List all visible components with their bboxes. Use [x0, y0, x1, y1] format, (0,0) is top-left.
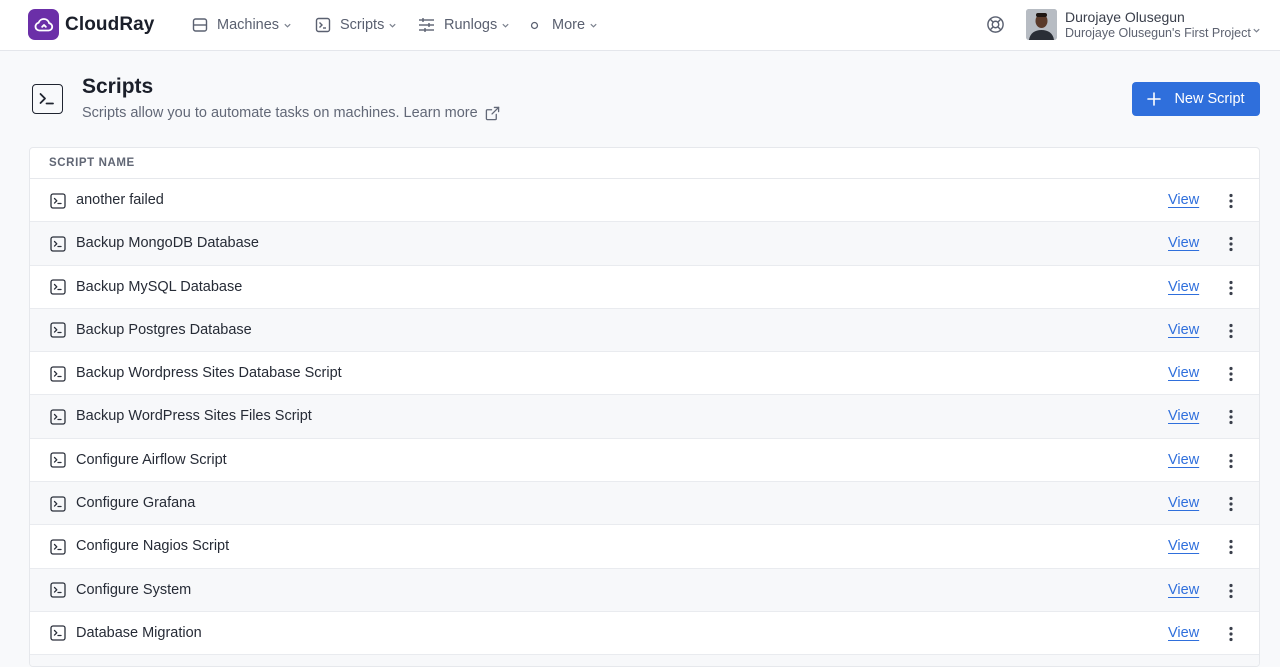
nav-runlogs[interactable]: Runlogs [418, 15, 510, 35]
terminal-icon [314, 17, 331, 34]
more-vertical-icon[interactable] [1223, 321, 1239, 341]
help-lifebuoy-icon[interactable] [986, 15, 1005, 34]
more-vertical-icon[interactable] [1223, 407, 1239, 427]
brand-name: CloudRay [65, 13, 155, 35]
terminal-icon [50, 366, 66, 382]
terminal-icon [50, 409, 66, 425]
view-link[interactable]: View [1168, 625, 1199, 641]
view-link[interactable]: View [1168, 365, 1199, 381]
view-link[interactable]: View [1168, 452, 1199, 468]
more-vertical-icon[interactable] [1223, 494, 1239, 514]
terminal-icon [50, 279, 66, 295]
nav-scripts[interactable]: Scripts [314, 15, 397, 35]
page-subtitle: Scripts allow you to automate tasks on m… [82, 105, 500, 121]
project-name: Durojaye Olusegun's First Project [1065, 26, 1251, 40]
user-menu[interactable]: Durojaye Olusegun Durojaye Olusegun's Fi… [1026, 9, 1260, 41]
table-row[interactable]: Backup WordPress Sites Files Script View [30, 395, 1259, 439]
more-vertical-icon[interactable] [1223, 234, 1239, 254]
chevron-down-icon [501, 21, 510, 30]
terminal-icon [50, 495, 66, 512]
table-row[interactable]: Configure Grafana View [30, 482, 1259, 526]
user-name: Durojaye Olusegun [1065, 9, 1185, 25]
view-link[interactable]: View [1168, 322, 1199, 338]
terminal-icon [50, 192, 66, 209]
table-row[interactable]: Backup MySQL Database View [30, 265, 1259, 309]
table-row[interactable]: another failed View [30, 179, 1259, 223]
script-name[interactable]: Backup Postgres Database [76, 322, 252, 338]
nav-machines-label: Machines [217, 17, 280, 33]
script-name[interactable]: another failed [76, 192, 164, 208]
more-vertical-icon[interactable] [1223, 278, 1239, 298]
table-row[interactable]: Configure System View [30, 568, 1259, 612]
script-name[interactable]: Backup MongoDB Database [76, 235, 259, 251]
chevron-down-icon [589, 21, 598, 30]
nav-scripts-label: Scripts [340, 17, 385, 33]
view-link[interactable]: View [1168, 582, 1199, 598]
page-title: Scripts [82, 75, 154, 98]
script-name[interactable]: Backup Wordpress Sites Database Script [76, 365, 342, 381]
terminal-icon [50, 539, 66, 555]
learn-more-link[interactable]: Learn more [404, 105, 500, 121]
table-row[interactable]: Configure Airflow Script View [30, 438, 1259, 483]
terminal-icon [50, 625, 66, 642]
more-vertical-icon[interactable] [1223, 191, 1239, 211]
more-vertical-icon[interactable] [1223, 581, 1239, 601]
new-script-button[interactable]: New Script [1132, 82, 1260, 116]
external-link-icon [485, 106, 500, 121]
chevron-down-icon [388, 21, 397, 30]
script-name[interactable]: Configure System [76, 582, 191, 598]
server-icon [191, 17, 208, 34]
view-link[interactable]: View [1168, 408, 1199, 424]
scripts-table: SCRIPT NAME another failed View Backup Mon… [29, 147, 1260, 667]
top-navigation-bar: CloudRay Machines Scripts Runlogs More D… [0, 0, 1280, 51]
table-row[interactable]: Database Migration View [30, 611, 1259, 656]
avatar [1026, 9, 1057, 40]
script-name[interactable]: Configure Nagios Script [76, 538, 229, 554]
view-link[interactable]: View [1168, 279, 1199, 295]
terminal-icon [50, 452, 66, 468]
view-link[interactable]: View [1168, 538, 1199, 554]
nav-more[interactable]: More [530, 15, 598, 35]
view-link[interactable]: View [1168, 235, 1199, 251]
column-header-script-name: SCRIPT NAME [30, 148, 1259, 179]
circle-icon [530, 17, 539, 34]
script-name[interactable]: Configure Airflow Script [76, 452, 227, 468]
cloudray-logo-icon [28, 9, 59, 40]
script-name[interactable]: Backup WordPress Sites Files Script [76, 408, 312, 424]
plus-icon [1147, 92, 1162, 106]
view-link[interactable]: View [1168, 192, 1199, 208]
chevron-down-icon [1252, 22, 1261, 33]
table-row[interactable]: Backup Wordpress Sites Database Script Vi… [30, 352, 1259, 396]
table-row[interactable]: Backup Postgres Database View [30, 308, 1259, 353]
page-subtitle-text: Scripts allow you to automate tasks on m… [82, 105, 400, 121]
brand[interactable]: CloudRay [28, 9, 154, 40]
terminal-icon [50, 322, 66, 339]
chevron-down-icon [283, 21, 292, 30]
new-script-label: New Script [1174, 91, 1245, 107]
table-row[interactable]: Deploy AppView [30, 655, 1259, 666]
more-vertical-icon[interactable] [1223, 624, 1239, 644]
table-row[interactable]: Configure Nagios Script View [30, 525, 1259, 569]
table-row[interactable]: Backup MongoDB Database View [30, 222, 1259, 266]
terminal-icon [50, 582, 66, 598]
learn-more-label: Learn more [403, 105, 478, 121]
nav-machines[interactable]: Machines [191, 15, 292, 35]
table-body: another failed View Backup MongoDB Databas… [30, 179, 1259, 666]
script-name[interactable]: Configure Grafana [76, 495, 195, 511]
more-vertical-icon[interactable] [1223, 537, 1239, 557]
terminal-icon [50, 236, 66, 252]
sliders-icon [418, 17, 435, 34]
view-link[interactable]: View [1168, 495, 1199, 511]
script-name[interactable]: Backup MySQL Database [76, 279, 242, 295]
more-vertical-icon[interactable] [1223, 364, 1239, 384]
nav-runlogs-label: Runlogs [444, 17, 498, 33]
script-name[interactable]: Database Migration [76, 625, 202, 641]
more-vertical-icon[interactable] [1223, 451, 1239, 471]
terminal-icon [32, 84, 63, 114]
nav-more-label: More [552, 17, 586, 33]
